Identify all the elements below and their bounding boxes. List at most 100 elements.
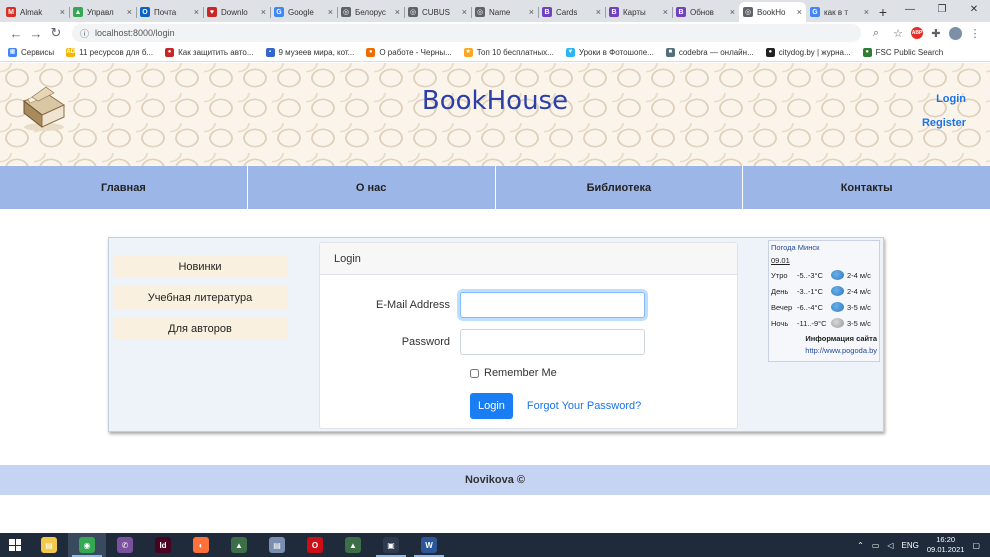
browser-tab[interactable]: Gкак в т × bbox=[806, 2, 873, 22]
weather-title[interactable]: Погода Минск bbox=[771, 243, 877, 252]
bookmark-item[interactable]: AD 11 ресурсов для б... bbox=[66, 48, 153, 57]
browser-tab[interactable]: B Обнов × bbox=[672, 2, 739, 22]
forgot-password-link[interactable]: Forgot Your Password? bbox=[527, 400, 641, 412]
browser-tab[interactable]: ♥ Downlo × bbox=[203, 2, 270, 22]
bookmark-item[interactable]: ▼ Уроки в Фотошопе... bbox=[565, 48, 654, 57]
tab-favicon-icon: B bbox=[609, 7, 619, 17]
info-icon[interactable]: ⓘ bbox=[80, 27, 89, 40]
profile-avatar[interactable] bbox=[949, 26, 962, 40]
adblock-icon[interactable]: ABP bbox=[911, 27, 923, 39]
taskbar-app-opera[interactable]: O bbox=[296, 533, 334, 557]
tab-close-icon[interactable]: × bbox=[127, 7, 132, 17]
bookmark-favicon-icon: AD bbox=[66, 48, 76, 57]
bookmark-item[interactable]: ● FSC Public Search bbox=[862, 48, 943, 57]
bookmark-item[interactable]: ▦ Сервисы bbox=[8, 48, 54, 57]
minimize-icon[interactable]: — bbox=[894, 0, 926, 18]
language-indicator[interactable]: ENG bbox=[902, 541, 919, 550]
tab-favicon-icon: ▲ bbox=[73, 7, 83, 17]
taskbar-app-terminal[interactable]: ▣ bbox=[372, 533, 410, 557]
tab-close-icon[interactable]: × bbox=[730, 7, 735, 17]
remember-me-checkbox[interactable] bbox=[470, 368, 479, 378]
tray-chevron-icon[interactable]: ⌃ bbox=[857, 541, 864, 550]
bookmark-star-icon[interactable]: ☆ bbox=[889, 24, 907, 42]
zoom-icon[interactable]: ⌕ bbox=[867, 24, 885, 42]
browser-tab[interactable]: B Cards × bbox=[538, 2, 605, 22]
bookmark-favicon-icon: ● bbox=[366, 48, 376, 57]
taskbar-app-chrome[interactable]: ◉ bbox=[68, 533, 106, 557]
document-viewer-icon: ▤ bbox=[269, 537, 285, 553]
bookmark-item[interactable]: ● Как защитить авто... bbox=[165, 48, 254, 57]
password-field[interactable] bbox=[460, 329, 645, 355]
weather-link[interactable]: http://www.pogoda.by bbox=[771, 346, 877, 355]
volume-icon[interactable]: ◁ bbox=[887, 541, 893, 550]
tab-close-icon[interactable]: × bbox=[60, 7, 65, 17]
tab-close-icon[interactable]: × bbox=[596, 7, 601, 17]
tab-close-icon[interactable]: × bbox=[194, 7, 199, 17]
notifications-icon[interactable]: ▢ bbox=[972, 541, 980, 550]
address-bar[interactable]: ⓘ localhost:8000/login bbox=[72, 24, 861, 42]
back-arrow-icon[interactable]: ← bbox=[6, 23, 26, 43]
clock-time: 16:20 bbox=[936, 535, 956, 544]
tab-close-icon[interactable]: × bbox=[328, 7, 333, 17]
browser-tab[interactable]: M Almak × bbox=[2, 2, 69, 22]
nav-item-about[interactable]: О нас bbox=[248, 166, 496, 209]
taskbar-app-indesign[interactable]: Id bbox=[144, 533, 182, 557]
bookmark-item[interactable]: ● О работе - Черны... bbox=[366, 48, 452, 57]
taskbar-app-photo-editor[interactable]: ▲ bbox=[220, 533, 258, 557]
taskbar-app-firefox[interactable]: ◐ bbox=[182, 533, 220, 557]
browser-tab[interactable]: G Google × bbox=[270, 2, 337, 22]
extensions-icon[interactable]: ✚ bbox=[927, 24, 945, 42]
browser-tab[interactable]: ◎ Белорус × bbox=[337, 2, 404, 22]
taskbar-app-viber[interactable]: ✆ bbox=[106, 533, 144, 557]
register-link[interactable]: Register bbox=[922, 117, 966, 129]
login-button[interactable]: Login bbox=[470, 393, 513, 419]
browser-tab[interactable]: O Почта × bbox=[136, 2, 203, 22]
taskbar-app-file-explorer[interactable]: ▤ bbox=[30, 533, 68, 557]
remember-me-label[interactable]: Remember Me bbox=[484, 367, 557, 379]
browser-tab[interactable]: ◎ CUBUS × bbox=[404, 2, 471, 22]
reload-icon[interactable]: ↻ bbox=[46, 23, 66, 43]
tab-close-icon[interactable]: × bbox=[797, 7, 802, 17]
tab-title: Почта bbox=[154, 7, 177, 17]
tab-close-icon[interactable]: × bbox=[663, 7, 668, 17]
sidebar-item-new[interactable]: Новинки bbox=[113, 255, 287, 278]
bookmark-item[interactable]: ▪ 9 музеев мира, кот... bbox=[265, 48, 354, 57]
tab-close-icon[interactable]: × bbox=[529, 7, 534, 17]
tab-close-icon[interactable]: × bbox=[261, 7, 266, 17]
tab-close-icon[interactable]: × bbox=[864, 7, 869, 17]
site-header: BookHouse Login Register bbox=[0, 63, 990, 166]
browser-tab[interactable]: ◎ BookHo × bbox=[739, 2, 806, 22]
menu-kebab-icon[interactable]: ⋮ bbox=[966, 24, 984, 42]
viber-icon: ✆ bbox=[117, 537, 133, 553]
clock[interactable]: 16:20 09.01.2021 bbox=[927, 535, 965, 555]
new-tab-button[interactable]: + bbox=[873, 2, 893, 22]
browser-tab[interactable]: B Карты × bbox=[605, 2, 672, 22]
bookmark-item[interactable]: ■ codebra — онлайн... bbox=[665, 48, 754, 57]
close-window-icon[interactable]: ✕ bbox=[958, 0, 990, 18]
forward-arrow-icon[interactable]: → bbox=[26, 23, 46, 43]
site-title[interactable]: BookHouse bbox=[0, 86, 990, 116]
bookmark-item[interactable]: ● citydog.by | журна... bbox=[765, 48, 851, 57]
taskbar-app-document-viewer[interactable]: ▤ bbox=[258, 533, 296, 557]
network-icon[interactable]: ▭ bbox=[872, 541, 880, 550]
sidebar-item-authors[interactable]: Для авторов bbox=[113, 317, 287, 340]
taskbar-app-word[interactable]: W bbox=[410, 533, 448, 557]
start-button[interactable] bbox=[0, 533, 30, 557]
sidebar-item-textbooks[interactable]: Учебная литература bbox=[113, 286, 287, 309]
tab-close-icon[interactable]: × bbox=[395, 7, 400, 17]
nav-item-library[interactable]: Библиотека bbox=[496, 166, 744, 209]
bookmark-item[interactable]: ★ Топ 10 бесплатных... bbox=[463, 48, 554, 57]
weather-temp: -6..-4°C bbox=[797, 302, 823, 312]
clock-date: 09.01.2021 bbox=[926, 545, 965, 554]
browser-tab[interactable]: ▲ Управл × bbox=[69, 2, 136, 22]
browser-tab[interactable]: ◎ Name × bbox=[471, 2, 538, 22]
taskbar-app-photo-editor-2[interactable]: ▲ bbox=[334, 533, 372, 557]
tab-close-icon[interactable]: × bbox=[462, 7, 467, 17]
nav-item-contacts[interactable]: Контакты bbox=[743, 166, 990, 209]
restore-icon[interactable]: ❐ bbox=[926, 0, 958, 18]
tab-title: как в т bbox=[824, 7, 848, 17]
email-field[interactable] bbox=[460, 292, 645, 318]
login-link[interactable]: Login bbox=[922, 93, 966, 105]
weather-wind: 2-4 м/с bbox=[847, 270, 871, 280]
nav-item-home[interactable]: Главная bbox=[0, 166, 248, 209]
